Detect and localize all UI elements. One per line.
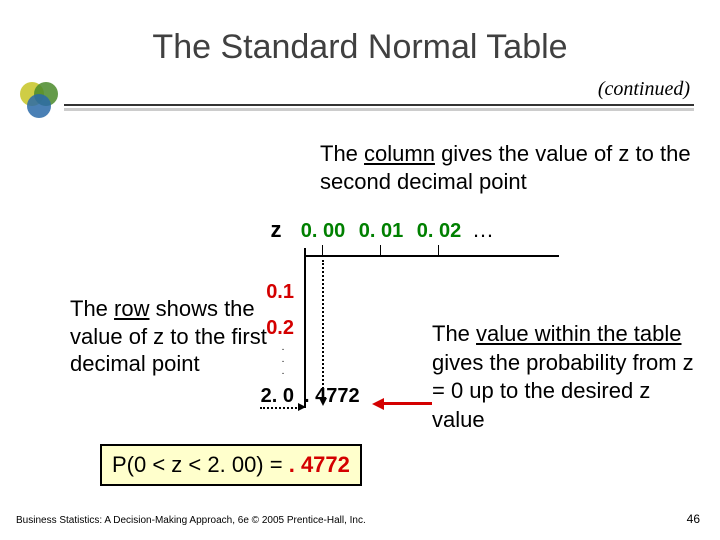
text-underlined: column bbox=[364, 141, 435, 166]
continued-label: (continued) bbox=[598, 78, 690, 101]
col-ellipsis: … bbox=[468, 217, 498, 243]
slide-title: The Standard Normal Table bbox=[152, 28, 567, 66]
row-header: 0.2 bbox=[258, 317, 294, 340]
text: The bbox=[70, 296, 114, 321]
red-arrow-line bbox=[382, 402, 432, 405]
row-dotted-line bbox=[260, 407, 300, 409]
footer-text: Business Statistics: A Decision-Making A… bbox=[16, 515, 366, 526]
col-header: 0. 00 bbox=[294, 220, 352, 243]
row-ellipsis: . bbox=[274, 367, 292, 377]
column-dotted-line bbox=[322, 260, 324, 400]
tick-marks bbox=[258, 245, 578, 255]
logo-icon bbox=[16, 80, 64, 120]
probability-equation: P(0 < z < 2. 00) = . 4772 bbox=[100, 444, 362, 486]
row-note: The row shows the value of z to the firs… bbox=[70, 295, 270, 378]
equation-lhs: P(0 < z < 2. 00) = bbox=[112, 452, 289, 477]
arrow-down-icon bbox=[319, 398, 327, 406]
table-vertical-line bbox=[304, 248, 306, 408]
text: gives the probability from z = 0 up to t… bbox=[432, 350, 694, 432]
col-header: 0. 01 bbox=[352, 220, 410, 243]
text-underlined: value within the table bbox=[476, 321, 681, 346]
title-underline-shadow bbox=[64, 108, 694, 111]
text: The bbox=[432, 321, 476, 346]
table-cell-value: . 4772 bbox=[304, 385, 360, 408]
row-header: 0.1 bbox=[258, 281, 294, 304]
col-header: 0. 02 bbox=[410, 220, 468, 243]
text-underlined: row bbox=[114, 296, 149, 321]
text: The bbox=[320, 141, 364, 166]
z-table: z 0. 00 0. 01 0. 02 … 0.1 0.2 . . . 2. 0… bbox=[258, 217, 578, 263]
z-axis-label: z bbox=[258, 217, 294, 243]
arrow-right-icon bbox=[298, 403, 306, 411]
red-arrow-icon bbox=[372, 398, 384, 410]
row-header-final: 2. 0 bbox=[258, 385, 294, 408]
title-underline bbox=[64, 104, 694, 106]
row-ellipsis: . bbox=[274, 343, 292, 353]
column-note: The column gives the value of z to the s… bbox=[320, 140, 700, 195]
row-ellipsis: . bbox=[274, 355, 292, 365]
table-header-line bbox=[304, 255, 559, 257]
value-note: The value within the table gives the pro… bbox=[432, 320, 702, 434]
page-number: 46 bbox=[687, 512, 700, 526]
equation-rhs: . 4772 bbox=[289, 452, 350, 477]
